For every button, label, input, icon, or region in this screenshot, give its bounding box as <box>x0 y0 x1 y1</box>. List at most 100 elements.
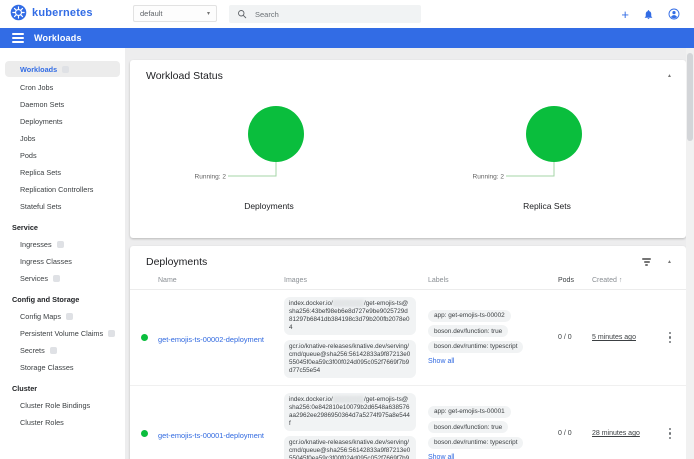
search-input[interactable] <box>255 10 385 19</box>
sidebar-item-workloads[interactable]: Workloads <box>5 61 120 77</box>
sidebar-item-label: Daemon Sets <box>20 100 64 109</box>
sidebar-item-cluster-roles[interactable]: Cluster Roles <box>0 414 125 431</box>
label-chip: app: get-emojis-ts-00001 <box>428 406 511 418</box>
created-timestamp: 5 minutes ago <box>592 334 636 341</box>
sidebar-item-label: Config Maps <box>20 312 61 321</box>
kubernetes-logo[interactable]: kubernetes <box>10 4 93 21</box>
sidebar-item-label: Replica Sets <box>20 168 61 177</box>
sidebar-item-label: Cron Jobs <box>20 83 53 92</box>
table-row: get-emojis-ts-00001-deployment index.doc… <box>130 386 686 459</box>
show-all-labels-link[interactable]: Show all <box>428 454 454 459</box>
deployments-card: Deployments ▲ Name Images Labels Pods Cr… <box>130 246 686 459</box>
pods-count: 0 / 0 <box>558 430 592 437</box>
sidebar-item-cron-jobs[interactable]: Cron Jobs <box>0 79 125 96</box>
sidebar-item-jobs[interactable]: Jobs <box>0 130 125 147</box>
image-chip: gcr.io/knative-releases/knative.dev/serv… <box>284 340 416 378</box>
sidebar-item-label: Jobs <box>20 134 35 143</box>
column-header-name[interactable]: Name <box>158 277 284 284</box>
sidebar-item-secrets[interactable]: Secrets <box>0 342 125 359</box>
sidebar-item-label: Cluster Role Bindings <box>20 401 90 410</box>
sidebar-item-replication-controllers[interactable]: Replication Controllers <box>0 181 125 198</box>
pods-count: 0 / 0 <box>558 334 592 341</box>
deployment-name-link[interactable]: get-emojis-ts-00002-deployment <box>158 335 264 344</box>
filter-icon[interactable] <box>642 258 651 265</box>
sidebar-item-replica-sets[interactable]: Replica Sets <box>0 164 125 181</box>
namespace-selector[interactable]: default ▾ <box>133 5 217 22</box>
label-chip: boson.dev/function: true <box>428 325 508 337</box>
sidebar-item-config-maps[interactable]: Config Maps <box>0 308 125 325</box>
sidebar-item-label: Secrets <box>20 346 45 355</box>
notifications-bell-icon[interactable] <box>643 9 654 20</box>
show-all-labels-link[interactable]: Show all <box>428 358 454 365</box>
label-chip: boson.dev/runtime: typescript <box>428 437 523 449</box>
replica-sets-pie-chart: Running: 2 Replica Sets <box>408 102 686 211</box>
sidebar-item-persistent-volume-claims[interactable]: Persistent Volume Claims <box>0 325 125 342</box>
pie-callout-label: Running: 2 <box>473 174 505 181</box>
row-actions-kebab-icon[interactable] <box>667 426 673 441</box>
sidebar-item-label: Workloads <box>20 65 57 74</box>
workload-status-title: Workload Status <box>146 70 651 82</box>
sidebar-item-services[interactable]: Services <box>0 270 125 287</box>
sidebar-item-stateful-sets[interactable]: Stateful Sets <box>0 198 125 215</box>
label-chip: boson.dev/function: true <box>428 421 508 433</box>
image-chip: index.docker.io/▒▒▒▒▒▒▒/get-emojis-ts@sh… <box>284 297 416 335</box>
sidebar-item-label: Services <box>20 274 48 283</box>
sidebar-item-label: Deployments <box>20 117 63 126</box>
collapse-card-icon[interactable]: ▲ <box>667 259 672 265</box>
column-header-created[interactable]: Created ↑ <box>592 277 654 284</box>
collapse-card-icon[interactable]: ▲ <box>667 73 672 79</box>
namespaced-badge-icon <box>66 313 73 320</box>
deployments-pie-chart: Running: 2 Deployments <box>130 102 408 211</box>
main-content: Workload Status ▲ Running: 2 Deployments… <box>125 48 686 459</box>
created-timestamp: 28 minutes ago <box>592 430 640 437</box>
label-chip: app: get-emojis-ts-00002 <box>428 310 511 322</box>
row-actions-kebab-icon[interactable] <box>667 330 673 345</box>
namespaced-badge-icon <box>53 275 60 282</box>
sidebar-section-config-and-storage: Config and Storage <box>0 292 125 308</box>
image-chip: index.docker.io/▒▒▒▒▒▒▒/get-emojis-ts@sh… <box>284 393 416 431</box>
deployments-title: Deployments <box>146 256 642 268</box>
running-status-icon <box>141 430 148 437</box>
namespaced-badge-icon <box>50 347 57 354</box>
sidebar-item-daemon-sets[interactable]: Daemon Sets <box>0 96 125 113</box>
sidebar-item-storage-classes[interactable]: Storage Classes <box>0 359 125 376</box>
table-header-row: Name Images Labels Pods Created ↑ <box>130 268 686 290</box>
sidebar-section-cluster: Cluster <box>0 381 125 397</box>
redacted-registry-user: ▒▒▒▒▒▒▒ <box>333 396 364 403</box>
sidebar-item-deployments[interactable]: Deployments <box>0 113 125 130</box>
column-header-labels[interactable]: Labels <box>424 277 558 284</box>
sidebar-item-pods[interactable]: Pods <box>0 147 125 164</box>
sidebar-item-ingresses[interactable]: Ingresses <box>0 236 125 253</box>
scrollbar-thumb[interactable] <box>687 53 693 141</box>
chart-label: Replica Sets <box>523 201 571 211</box>
label-chip: boson.dev/runtime: typescript <box>428 341 523 353</box>
image-chip: gcr.io/knative-releases/knative.dev/serv… <box>284 436 416 459</box>
workload-status-card: Workload Status ▲ Running: 2 Deployments… <box>130 60 686 238</box>
sidebar: Workloads Cron Jobs Daemon Sets Deployme… <box>0 48 125 459</box>
create-resource-button[interactable]: + <box>621 8 629 21</box>
sidebar-item-label: Ingresses <box>20 240 52 249</box>
sidebar-item-label: Stateful Sets <box>20 202 61 211</box>
page-scrollbar[interactable] <box>686 48 694 459</box>
column-header-images[interactable]: Images <box>284 277 424 284</box>
sidebar-section-service: Service <box>0 220 125 236</box>
sidebar-item-cluster-role-bindings[interactable]: Cluster Role Bindings <box>0 397 125 414</box>
search-icon <box>237 9 247 19</box>
deployment-name-link[interactable]: get-emojis-ts-00001-deployment <box>158 431 264 440</box>
sidebar-item-label: Persistent Volume Claims <box>20 329 103 338</box>
namespaced-badge-icon <box>62 66 69 73</box>
user-account-icon[interactable] <box>668 8 680 20</box>
menu-hamburger-icon[interactable] <box>12 33 24 42</box>
running-status-icon <box>141 334 148 341</box>
sidebar-item-ingress-classes[interactable]: Ingress Classes <box>0 253 125 270</box>
column-header-pods[interactable]: Pods <box>558 277 592 284</box>
sidebar-item-label: Ingress Classes <box>20 257 72 266</box>
table-row: get-emojis-ts-00002-deployment index.doc… <box>130 290 686 386</box>
namespaced-badge-icon <box>57 241 64 248</box>
brand-text: kubernetes <box>32 7 93 19</box>
sort-ascending-icon: ↑ <box>619 277 623 284</box>
sidebar-item-label: Pods <box>20 151 37 160</box>
top-bar: kubernetes default ▾ + <box>0 0 694 28</box>
sidebar-item-label: Replication Controllers <box>20 185 93 194</box>
search-bar[interactable] <box>229 5 421 23</box>
